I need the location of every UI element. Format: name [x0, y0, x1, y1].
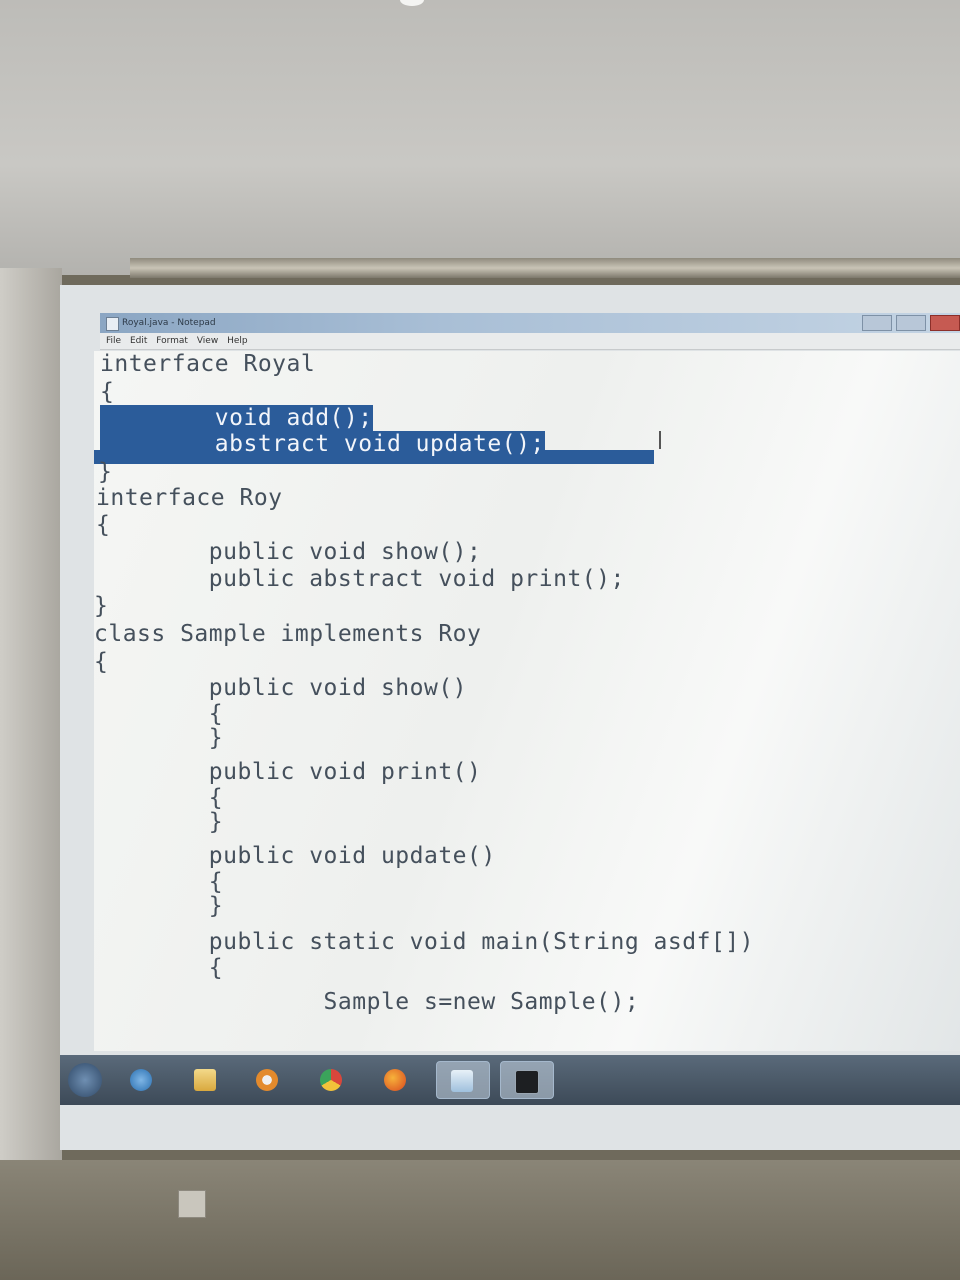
window-title: Royal.java - Notepad: [122, 318, 216, 328]
menu-view[interactable]: View: [197, 333, 218, 349]
start-button[interactable]: [68, 1063, 102, 1097]
projected-screen: Royal.java - Notepad File Edit Format Vi…: [60, 285, 960, 1150]
code-line-selected: void add();: [100, 405, 373, 431]
code-line: public abstract void print();: [94, 566, 625, 592]
folder-icon[interactable]: [186, 1061, 224, 1097]
media-player-icon[interactable]: [248, 1061, 286, 1097]
menu-format[interactable]: Format: [156, 333, 188, 349]
window-titlebar[interactable]: Royal.java - Notepad: [100, 313, 960, 333]
code-line: Sample s=new Sample();: [94, 989, 640, 1015]
minimize-button[interactable]: [862, 315, 892, 331]
projector-rail: [130, 258, 960, 278]
editor-text-area[interactable]: interface Royal { void add(); abstract v…: [94, 351, 960, 1051]
code-line: interface Royal: [100, 351, 316, 377]
code-line: public void show();: [94, 539, 482, 565]
menubar: File Edit Format View Help: [100, 333, 960, 350]
text-cursor-icon: [659, 431, 661, 449]
code-line: {: [94, 785, 224, 811]
code-line: {: [100, 379, 115, 405]
chrome-icon[interactable]: [312, 1061, 350, 1097]
code-line: }: [94, 893, 224, 919]
code-line: public static void main(String asdf[]): [94, 929, 754, 955]
code-line: {: [94, 701, 224, 727]
code-line: {: [94, 955, 224, 981]
board-frame-left: [0, 268, 62, 1168]
code-line: }: [94, 725, 224, 751]
code-line: {: [96, 512, 111, 538]
windows-taskbar: [60, 1055, 960, 1105]
code-line: interface Roy: [96, 485, 283, 511]
code-line: class Sample implements Roy: [94, 621, 482, 647]
code-line: }: [98, 459, 113, 485]
code-line: {: [94, 869, 224, 895]
notepad-app-icon: [106, 317, 119, 331]
cmd-icon[interactable]: [500, 1061, 554, 1099]
code-line: public void update(): [94, 843, 496, 869]
code-line: public void show(): [94, 675, 468, 701]
menu-file[interactable]: File: [106, 333, 121, 349]
close-button[interactable]: [930, 315, 960, 331]
code-line-selected: abstract void update();: [100, 431, 545, 457]
menu-help[interactable]: Help: [227, 333, 248, 349]
code-line: public void print(): [94, 759, 482, 785]
wall-hole: [400, 0, 424, 6]
maximize-button[interactable]: [896, 315, 926, 331]
menu-edit[interactable]: Edit: [130, 333, 147, 349]
notepad-icon[interactable]: [436, 1061, 490, 1099]
firefox-icon[interactable]: [376, 1061, 414, 1097]
board-frame-bottom: [0, 1160, 960, 1280]
code-line: }: [94, 809, 224, 835]
board-corner-tab: [178, 1190, 206, 1218]
wall-top: [0, 0, 960, 275]
ie-icon[interactable]: [122, 1061, 160, 1097]
code-line: }: [94, 593, 109, 619]
code-line: {: [94, 649, 109, 675]
